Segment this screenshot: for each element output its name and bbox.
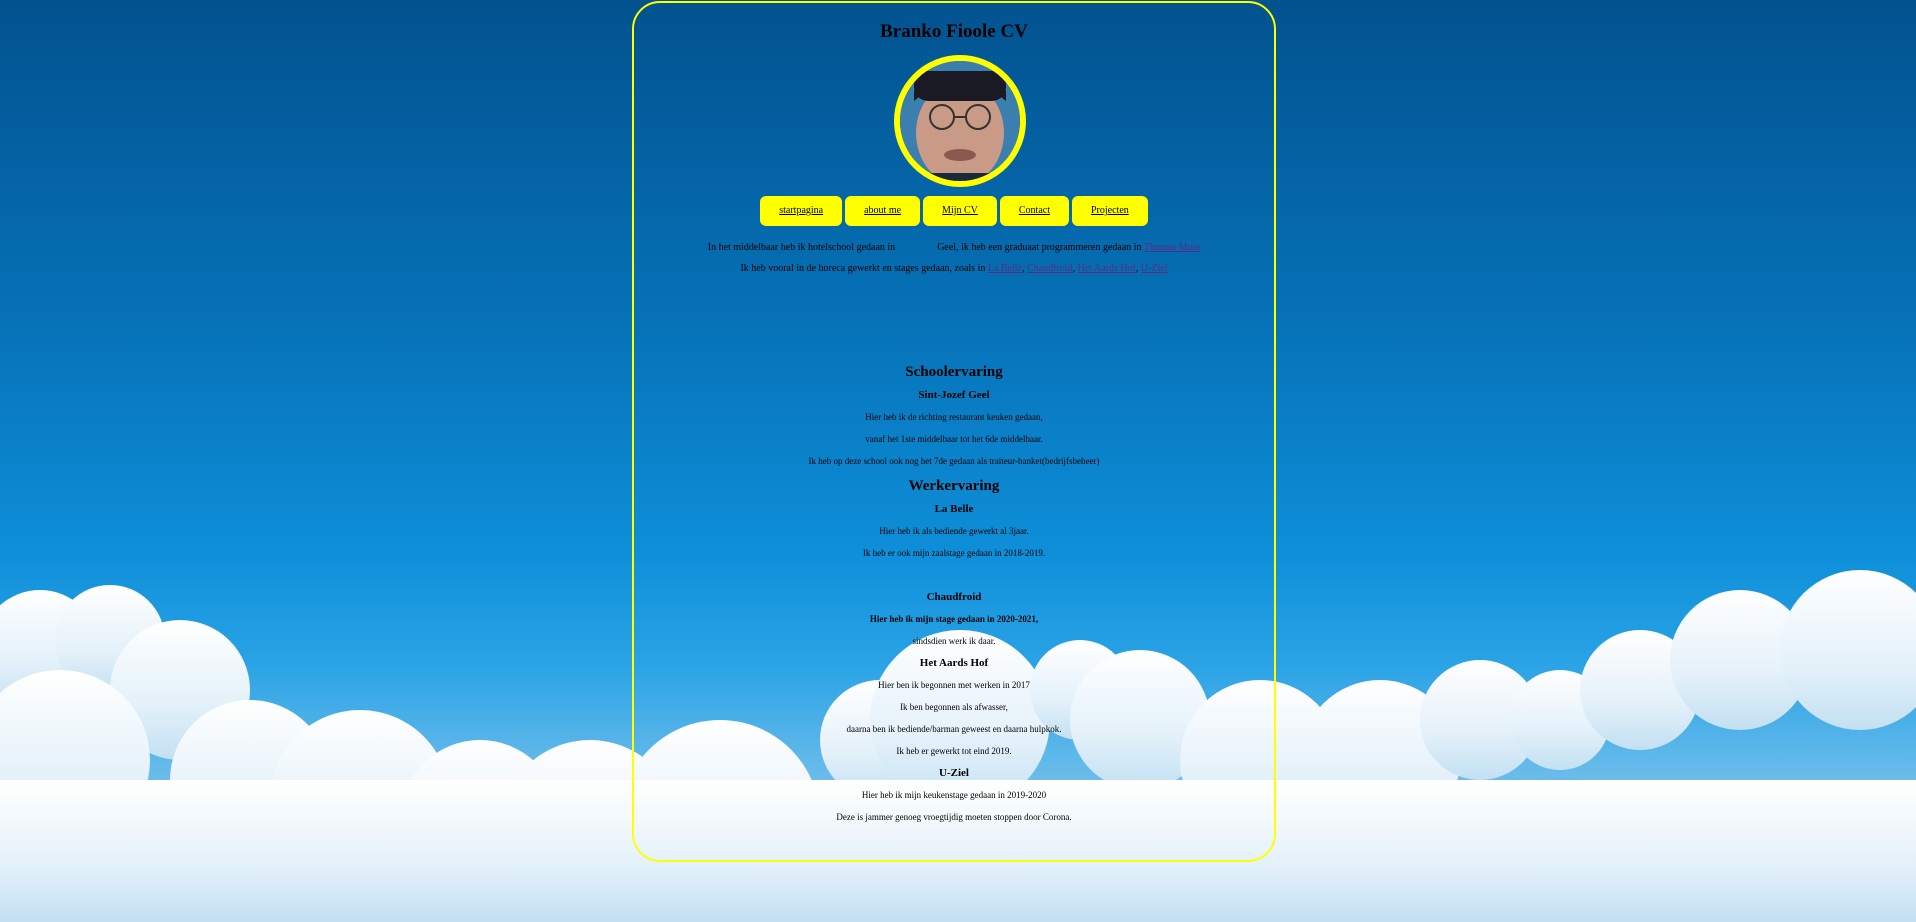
profile-photo-icon (900, 61, 1020, 181)
job-name-chaudfroid: Chaudfroid (926, 591, 982, 603)
link-thomas-more[interactable]: Thomas More (1144, 242, 1200, 253)
link-u-ziel[interactable]: U-Ziel (1141, 263, 1168, 274)
link-chaudfroid[interactable]: Chaudfroid (1027, 263, 1073, 274)
link-la-belle[interactable]: La Belle (988, 263, 1022, 274)
job-name-u-ziel: U-Ziel (939, 767, 969, 779)
school-name: Sint-Jozef Geel (918, 389, 990, 401)
nav-startpagina[interactable]: startpagina (760, 196, 843, 226)
school-line: Ik heb op deze school ook nog het 7de ge… (808, 456, 1100, 466)
job-line: Ik heb er ook mijn zaalstage gedaan in 2… (862, 548, 1046, 558)
intro-line-2-prefix: Ik heb vooral in de horeca gewerkt en st… (740, 263, 986, 274)
nav-mijn-cv[interactable]: Mijn CV (923, 196, 997, 226)
work-heading: Werkervaring (908, 478, 1000, 494)
school-line: vanaf het 1ste middelbaar tot het 6de mi… (865, 434, 1043, 444)
job-line: Ik ben begonnen als afwasser, (900, 702, 1008, 712)
main-nav: startpagina about me Mijn CV Contact Pro… (634, 196, 1274, 226)
intro-line-1-prefix: In het middelbaar heb ik hotelschool ged… (707, 242, 896, 253)
school-heading: Schoolervaring (905, 364, 1003, 380)
cv-card: Branko Fioole CV startpagina about me Mi… (632, 1, 1276, 862)
job-line: Hier ben ik begonnen met werken in 2017 (878, 680, 1030, 690)
intro-line-2: Ik heb vooral in de horeca gewerkt en st… (634, 258, 1274, 279)
job-line: Deze is jammer genoeg vroegtijdig moeten… (836, 812, 1072, 822)
link-het-aards-hof[interactable]: Het Aards Hof (1078, 263, 1136, 274)
job-line: Hier heb ik als bediende gewerkt al 3jaa… (879, 526, 1029, 536)
nav-contact[interactable]: Contact (999, 196, 1069, 226)
job-name-la-belle: La Belle (934, 503, 974, 515)
nav-about-me[interactable]: about me (845, 196, 921, 226)
job-name-het-aards-hof: Het Aards Hof (919, 657, 989, 669)
cv-sections: Schoolervaring Sint-Jozef Geel Hier heb … (634, 360, 1274, 828)
job-line: sindsdien werk ik daar. (912, 636, 996, 646)
avatar (894, 55, 1026, 187)
job-line: Hier heb ik mijn keukenstage gedaan in 2… (861, 790, 1047, 800)
intro-line-1-middle: Geel, ik heb een graduaat programmeren g… (937, 242, 1142, 253)
school-line: Hier heb ik de richting restaurant keuke… (865, 412, 1043, 422)
intro-line-1: In het middelbaar heb ik hotelschool ged… (634, 237, 1274, 258)
job-line: Ik heb er gewerkt tot eind 2019. (896, 746, 1012, 756)
job-line: daarna ben ik bediende/barman geweest en… (846, 724, 1062, 734)
nav-projecten[interactable]: Projecten (1072, 196, 1148, 226)
page-title: Branko Fioole CV (880, 21, 1028, 42)
intro-text: In het middelbaar heb ik hotelschool ged… (634, 237, 1274, 279)
job-line: Hier heb ik mijn stage gedaan in 2020-20… (869, 614, 1039, 624)
